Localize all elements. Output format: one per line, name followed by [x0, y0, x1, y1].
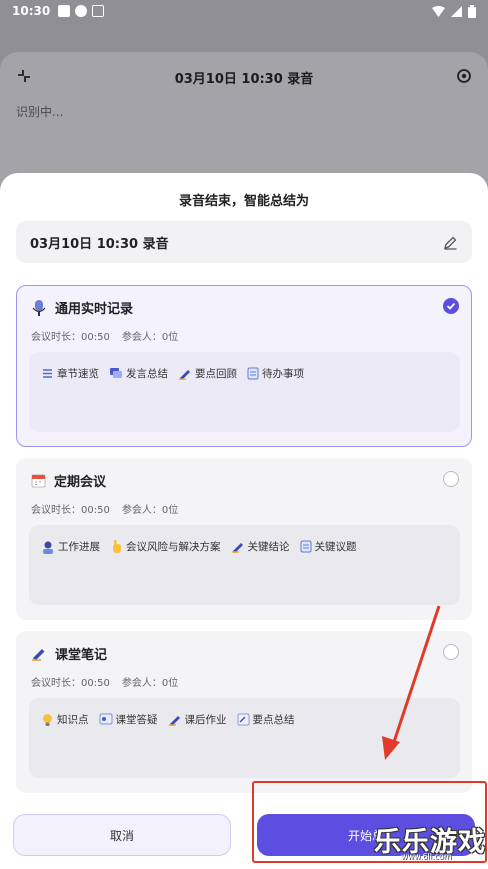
meeting-participants: 参会人：0位: [121, 332, 179, 343]
list-icon: [43, 369, 52, 378]
feature-chip: 关键议题: [300, 539, 357, 554]
template-card-regular-meeting[interactable]: 定期会议 会议时长：00:50 参会人：0位 工作进展 会议风险与解决方案 关键…: [16, 458, 472, 620]
calendar-icon: [31, 474, 46, 488]
meeting-participants: 参会人：0位: [121, 678, 179, 689]
cancel-button[interactable]: 取消: [13, 814, 231, 856]
pen-icon: [168, 716, 180, 726]
meeting-participants: 参会人：0位: [121, 505, 179, 516]
feature-chip: 要点总结: [237, 712, 295, 727]
recording-name: 03月10日 10:30 录音: [30, 236, 169, 252]
hand-icon: [113, 539, 121, 553]
feature-chip: 关键结论: [231, 539, 290, 554]
checklist-icon: [247, 367, 259, 380]
template-radio-selected[interactable]: [443, 298, 459, 314]
notification-icon: [58, 5, 71, 17]
recording-name-field[interactable]: 03月10日 10:30 录音: [16, 221, 472, 263]
feature-chip: 发言总结: [109, 366, 168, 381]
edit-icon[interactable]: [443, 235, 458, 250]
pen-icon: [32, 649, 45, 661]
checklist-icon: [300, 540, 311, 553]
template-title: 定期会议: [54, 475, 107, 490]
wifi-icon: [432, 5, 445, 17]
signal-icon: [451, 5, 462, 17]
person-icon: [43, 541, 53, 554]
watermark-url: www.6ll.com: [401, 852, 452, 861]
microphone-icon: [32, 299, 46, 316]
template-radio[interactable]: [443, 644, 459, 660]
check-icon: [446, 302, 456, 310]
feature-list: 工作进展 会议风险与解决方案 关键结论 关键议题: [29, 525, 460, 605]
feature-list: 知识点 课堂答疑 课后作业 要点总结: [29, 698, 460, 778]
feature-chip: 章节速览: [41, 366, 99, 381]
app-notification-icon: [92, 5, 105, 17]
note-icon: [237, 713, 249, 726]
battery-icon: [468, 4, 476, 18]
template-radio[interactable]: [443, 471, 459, 487]
template-card-class-notes[interactable]: 课堂笔记 会议时长：00:50 参会人：0位 知识点 课堂答疑 课后作业 要点总…: [16, 631, 472, 793]
feature-chip: 待办事项: [247, 366, 304, 381]
status-bar: 10:30: [0, 0, 488, 22]
bulb-icon: [43, 713, 52, 726]
sheet-title: 录音结束，智能总结为: [178, 194, 309, 209]
pen-icon: [231, 543, 243, 553]
background-recording-title: 03月10日 10:30 录音: [174, 72, 314, 87]
feature-chip: 工作进展: [41, 539, 100, 554]
notification-circle-icon: [75, 5, 88, 17]
meeting-duration: 会议时长：00:50: [31, 505, 110, 516]
feature-chip: 会议风险与解决方案: [110, 539, 221, 554]
meeting-duration: 会议时长：00:50: [31, 678, 110, 689]
template-card-general[interactable]: 通用实时记录 会议时长：00:50 参会人：0位 章节速览 发言总结 要点回顾 …: [16, 285, 472, 447]
feature-chip: 要点回顾: [178, 366, 237, 381]
settings-icon[interactable]: [456, 68, 472, 84]
pen-icon: [179, 370, 190, 380]
qa-icon: [99, 713, 112, 725]
feature-chip: 课后作业: [168, 712, 227, 727]
feature-chip: 课堂答疑: [99, 712, 158, 727]
meeting-duration: 会议时长：00:50: [31, 332, 110, 343]
feature-list: 章节速览 发言总结 要点回顾 待办事项: [29, 352, 460, 432]
status-time: 10:30: [12, 4, 51, 18]
recognition-status: 识别中...: [16, 105, 64, 119]
chat-icon: [110, 368, 122, 378]
feature-chip: 知识点: [41, 712, 89, 727]
template-title: 通用实时记录: [55, 302, 134, 317]
template-title: 课堂笔记: [55, 648, 108, 663]
